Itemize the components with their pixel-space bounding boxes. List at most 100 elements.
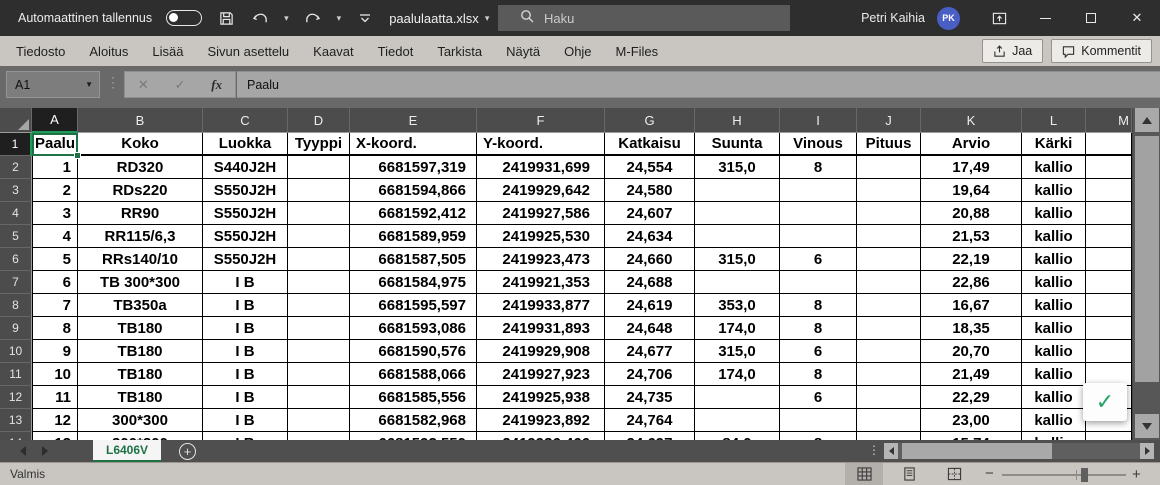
- cell-C11[interactable]: I B: [203, 363, 288, 386]
- cell-M14[interactable]: [1086, 432, 1132, 440]
- page-layout-view-button[interactable]: [890, 463, 928, 485]
- cell-B11[interactable]: TB180: [78, 363, 203, 386]
- cell-H6[interactable]: 315,0: [695, 248, 780, 271]
- cell-C3[interactable]: S550J2H: [203, 179, 288, 202]
- cell-A14[interactable]: 13: [32, 432, 78, 440]
- tabbar-splitter-handle[interactable]: ⋮: [868, 443, 880, 457]
- column-header-C[interactable]: C: [203, 108, 288, 133]
- cell-A12[interactable]: 11: [32, 386, 78, 409]
- cell-L4[interactable]: kallio: [1022, 202, 1086, 225]
- column-header-G[interactable]: G: [605, 108, 695, 133]
- scroll-down-button[interactable]: [1135, 414, 1159, 438]
- row-header-2[interactable]: 2: [0, 156, 32, 179]
- cell-G11[interactable]: 24,706: [605, 363, 695, 386]
- cell-D14[interactable]: [288, 432, 350, 440]
- column-header-J[interactable]: J: [857, 108, 921, 133]
- cell-G5[interactable]: 24,634: [605, 225, 695, 248]
- column-header-B[interactable]: B: [78, 108, 203, 133]
- cell-J12[interactable]: [857, 386, 921, 409]
- column-header-K[interactable]: K: [921, 108, 1022, 133]
- cell-L9[interactable]: kallio: [1022, 317, 1086, 340]
- cell-C14[interactable]: I B: [203, 432, 288, 440]
- select-all-button[interactable]: [0, 108, 32, 133]
- undo-dropdown-icon[interactable]: ▾: [284, 13, 289, 24]
- cell-D5[interactable]: [288, 225, 350, 248]
- search-input[interactable]: Haku: [498, 5, 790, 31]
- cell-K1[interactable]: Arvio: [921, 133, 1022, 156]
- cell-H3[interactable]: [695, 179, 780, 202]
- cell-J10[interactable]: [857, 340, 921, 363]
- cell-H14[interactable]: 84,0: [695, 432, 780, 440]
- cell-D10[interactable]: [288, 340, 350, 363]
- cell-I1[interactable]: Vinous: [780, 133, 857, 156]
- cell-D4[interactable]: [288, 202, 350, 225]
- ribbon-tab-ohje[interactable]: Ohje: [552, 36, 603, 66]
- name-box-dropdown-icon[interactable]: ▼: [85, 80, 99, 89]
- cell-G3[interactable]: 24,580: [605, 179, 695, 202]
- cell-B7[interactable]: TB 300*300: [78, 271, 203, 294]
- cell-F3[interactable]: 2419929,642: [477, 179, 605, 202]
- cancel-icon[interactable]: ✕: [138, 77, 149, 93]
- cell-F12[interactable]: 2419925,938: [477, 386, 605, 409]
- cell-H1[interactable]: Suunta: [695, 133, 780, 156]
- cell-L7[interactable]: kallio: [1022, 271, 1086, 294]
- cell-G13[interactable]: 24,764: [605, 409, 695, 432]
- cell-J11[interactable]: [857, 363, 921, 386]
- row-header-13[interactable]: 13: [0, 409, 32, 432]
- cell-B9[interactable]: TB180: [78, 317, 203, 340]
- cell-H11[interactable]: 174,0: [695, 363, 780, 386]
- document-title[interactable]: paalulaatta.xlsx ▾: [389, 11, 489, 26]
- zoom-out-button[interactable]: −: [985, 465, 994, 482]
- scroll-up-button[interactable]: [1135, 108, 1159, 132]
- cell-M8[interactable]: [1086, 294, 1132, 317]
- cell-G6[interactable]: 24,660: [605, 248, 695, 271]
- cell-B5[interactable]: RR115/6,3: [78, 225, 203, 248]
- cell-B14[interactable]: 300*300: [78, 432, 203, 440]
- share-button[interactable]: Jaa: [982, 39, 1043, 63]
- cell-D7[interactable]: [288, 271, 350, 294]
- cell-A4[interactable]: 3: [32, 202, 78, 225]
- cell-K4[interactable]: 20,88: [921, 202, 1022, 225]
- cell-H9[interactable]: 174,0: [695, 317, 780, 340]
- cell-A11[interactable]: 10: [32, 363, 78, 386]
- cell-F8[interactable]: 2419933,877: [477, 294, 605, 317]
- add-sheet-button[interactable]: +: [179, 443, 196, 460]
- horizontal-scrollbar[interactable]: [884, 443, 1154, 459]
- cell-M1[interactable]: [1086, 133, 1132, 156]
- cell-C13[interactable]: I B: [203, 409, 288, 432]
- row-header-1[interactable]: 1: [0, 133, 32, 156]
- cell-I12[interactable]: 6: [780, 386, 857, 409]
- cell-K7[interactable]: 22,86: [921, 271, 1022, 294]
- cell-J6[interactable]: [857, 248, 921, 271]
- cell-I9[interactable]: 8: [780, 317, 857, 340]
- cell-H5[interactable]: [695, 225, 780, 248]
- cell-M7[interactable]: [1086, 271, 1132, 294]
- row-header-12[interactable]: 12: [0, 386, 32, 409]
- cell-I14[interactable]: 8: [780, 432, 857, 440]
- row-header-5[interactable]: 5: [0, 225, 32, 248]
- column-header-E[interactable]: E: [350, 108, 477, 133]
- cell-F10[interactable]: 2419929,908: [477, 340, 605, 363]
- cell-H4[interactable]: [695, 202, 780, 225]
- ribbon-tab-tiedosto[interactable]: Tiedosto: [4, 36, 77, 66]
- cell-J14[interactable]: [857, 432, 921, 440]
- cell-J7[interactable]: [857, 271, 921, 294]
- cell-K3[interactable]: 19,64: [921, 179, 1022, 202]
- cell-B1[interactable]: Koko: [78, 133, 203, 156]
- cell-C1[interactable]: Luokka: [203, 133, 288, 156]
- cell-F1[interactable]: Y-koord.: [477, 133, 605, 156]
- cell-L1[interactable]: Kärki: [1022, 133, 1086, 156]
- cell-I6[interactable]: 6: [780, 248, 857, 271]
- row-header-10[interactable]: 10: [0, 340, 32, 363]
- cell-J5[interactable]: [857, 225, 921, 248]
- ribbon-tab-n-yt-[interactable]: Näytä: [494, 36, 552, 66]
- cell-H7[interactable]: [695, 271, 780, 294]
- cell-G8[interactable]: 24,619: [605, 294, 695, 317]
- cell-F6[interactable]: 2419923,473: [477, 248, 605, 271]
- cell-F7[interactable]: 2419921,353: [477, 271, 605, 294]
- cell-B6[interactable]: RRs140/10: [78, 248, 203, 271]
- save-icon[interactable]: [216, 7, 236, 29]
- cell-L2[interactable]: kallio: [1022, 156, 1086, 179]
- cell-G10[interactable]: 24,677: [605, 340, 695, 363]
- cell-J1[interactable]: Pituus: [857, 133, 921, 156]
